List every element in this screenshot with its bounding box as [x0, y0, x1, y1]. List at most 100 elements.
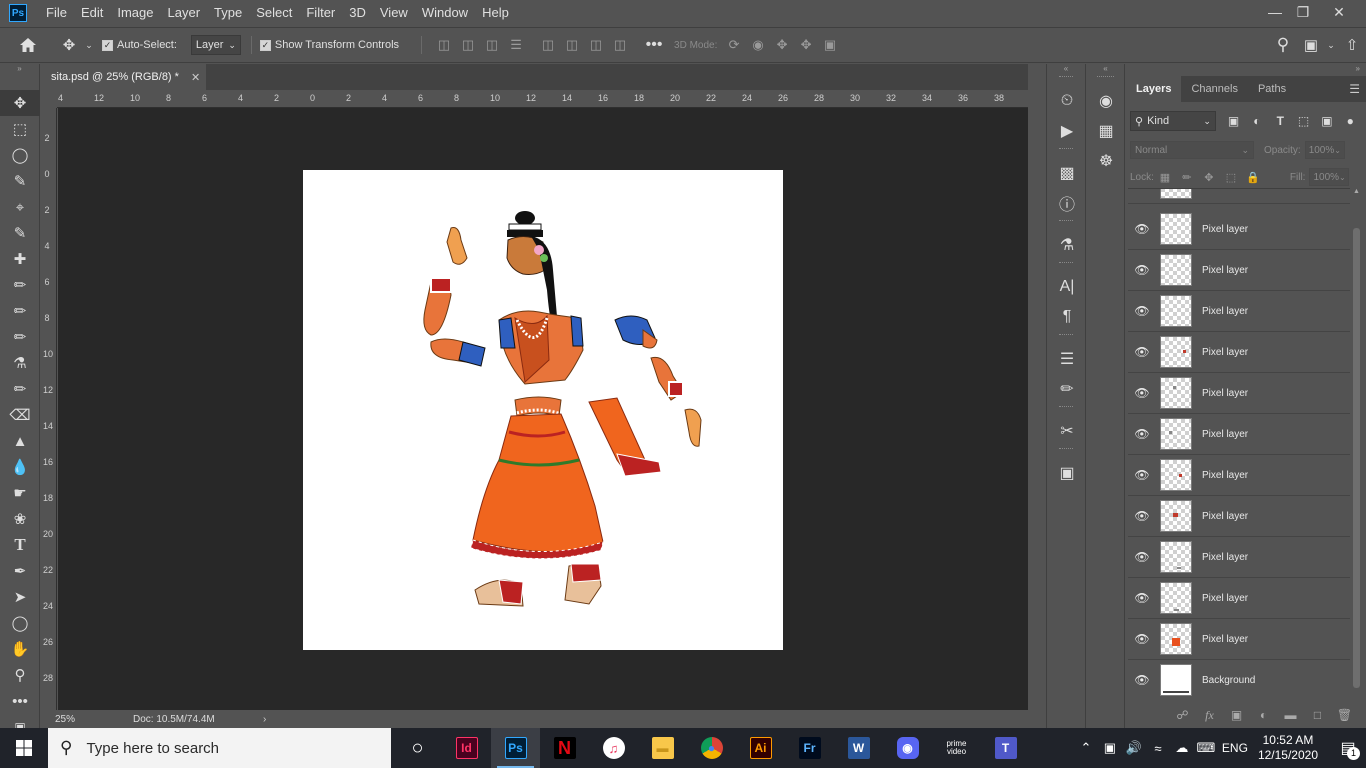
filter-adjustment-icon[interactable]: ◐ [1245, 114, 1268, 128]
3d-panel-icon[interactable]: ▩ [1047, 158, 1087, 188]
filter-toggle-icon[interactable]: ● [1339, 114, 1362, 128]
lock-artboard-icon[interactable]: ⬚ [1220, 171, 1242, 184]
menu-help[interactable]: Help [475, 0, 516, 26]
lock-image-icon[interactable]: ✏ [1176, 171, 1198, 184]
properties-icon[interactable]: ☰ [1047, 344, 1087, 374]
taskbar-fresco[interactable]: Fr [785, 728, 834, 768]
taskbar-chrome[interactable]: ● [687, 728, 736, 768]
visibility-icon[interactable]: 👁 [1128, 263, 1156, 277]
visibility-icon[interactable]: 👁 [1128, 222, 1156, 236]
chevron-right-icon[interactable]: › [263, 714, 266, 725]
menu-view[interactable]: View [373, 0, 415, 26]
zoom-tool-icon[interactable]: ⚲ [0, 662, 40, 688]
auto-select-dropdown[interactable]: Layer ⌄ [190, 35, 241, 55]
zoom-level[interactable]: 25% [41, 714, 83, 725]
layer-row[interactable]: 👁 [1128, 189, 1350, 204]
distribute-horizontal-icon[interactable]: ☰ [504, 37, 528, 53]
type-tool-icon[interactable]: T [0, 532, 40, 558]
chevron-down-icon[interactable]: ⌄ [82, 40, 96, 51]
libraries-icon[interactable]: ▣ [1047, 458, 1087, 488]
taskbar-prime-video[interactable]: prime video [932, 728, 981, 768]
layer-row[interactable]: 👁 Pixel layer [1128, 537, 1350, 578]
3d-slide-icon[interactable]: ✥ [794, 37, 818, 53]
opacity-field[interactable]: 100% ⌄ [1304, 141, 1345, 159]
align-bottom-icon[interactable]: ◫ [584, 37, 608, 53]
pencil-tool-icon[interactable]: ✏ [0, 298, 40, 324]
visibility-icon[interactable]: 👁 [1128, 386, 1156, 400]
task-view-button[interactable]: ○ [393, 728, 442, 768]
dock-grip[interactable] [1097, 76, 1114, 84]
vertical-ruler[interactable]: 2 0 2 4 6 8 10 12 14 16 18 20 22 24 26 28 [41, 108, 57, 710]
horizontal-ruler[interactable]: 4 12 10 8 6 4 2 0 2 4 6 8 10 12 14 16 18 20 22 24 26 28 30 32 34… [57, 92, 1035, 108]
keyboard-icon[interactable]: ⌨ [1194, 740, 1218, 756]
mixer-brush-icon[interactable]: ✏ [0, 324, 40, 350]
meet-now-icon[interactable]: ▣ [1098, 740, 1122, 756]
scrollbar-thumb[interactable] [1353, 228, 1360, 688]
more-tools-icon[interactable]: ••• [0, 688, 40, 714]
collapse-icon[interactable]: » [0, 64, 39, 74]
menu-filter[interactable]: Filter [299, 0, 342, 26]
pen-tool-icon[interactable]: ✒ [0, 558, 40, 584]
align-right-icon[interactable]: ◫ [480, 37, 504, 53]
fill-field[interactable]: 100% ⌄ [1309, 168, 1350, 186]
dock-grip[interactable] [1059, 148, 1073, 156]
3d-pan-icon[interactable]: ✥ [770, 37, 794, 53]
ellipse-tool-icon[interactable]: ◯ [0, 610, 40, 636]
action-center-button[interactable]: ▤ 1 [1330, 728, 1366, 768]
marquee-tool-icon[interactable]: ⬚ [0, 116, 40, 142]
visibility-icon[interactable]: 👁 [1128, 550, 1156, 564]
share-icon[interactable]: ⇧ [1338, 36, 1366, 54]
adjustment-layer-icon[interactable]: ◐ [1250, 708, 1277, 722]
close-icon[interactable]: ✕ [1322, 0, 1356, 24]
clone-source-icon[interactable]: ⚗ [1047, 230, 1087, 260]
close-tab-icon[interactable]: ✕ [191, 71, 200, 84]
more-options-icon[interactable]: ••• [640, 36, 668, 54]
history-icon[interactable]: ⏲ [1047, 86, 1087, 116]
taskbar-photoshop[interactable]: Ps [491, 728, 540, 768]
show-transform-controls-checkbox[interactable]: ✓ Show Transform Controls [259, 39, 399, 51]
dock-grip[interactable] [1059, 76, 1073, 84]
dock-grip[interactable] [1059, 448, 1073, 456]
lock-position-icon[interactable]: ✥ [1198, 171, 1220, 184]
taskbar-netflix[interactable]: N [540, 728, 589, 768]
layer-row[interactable]: 👁 Pixel layer [1128, 250, 1350, 291]
link-layers-icon[interactable]: ☍ [1169, 708, 1196, 722]
dock-grip[interactable] [1059, 262, 1073, 270]
layer-row[interactable]: 👁 Pixel layer [1128, 455, 1350, 496]
hand-tool-icon[interactable]: ✋ [0, 636, 40, 662]
onedrive-icon[interactable]: ☁ [1170, 740, 1194, 756]
search-icon[interactable]: ⚲ [1268, 35, 1298, 55]
dock-grip[interactable] [1059, 334, 1073, 342]
filter-pixel-icon[interactable]: ▣ [1222, 114, 1245, 128]
windows-start-button[interactable] [0, 728, 48, 768]
tool-presets-icon[interactable]: ✂ [1047, 416, 1087, 446]
visibility-icon[interactable]: 👁 [1128, 591, 1156, 605]
layer-row[interactable]: 👁 Pixel layer [1128, 209, 1350, 250]
chevron-down-icon[interactable]: ⌄ [1324, 40, 1338, 51]
align-top-icon[interactable]: ◫ [536, 37, 560, 53]
add-mask-icon[interactable]: ▣ [1223, 708, 1250, 722]
path-selection-icon[interactable]: ➤ [0, 584, 40, 610]
visibility-icon[interactable]: 👁 [1128, 468, 1156, 482]
taskbar-illustrator[interactable]: Ai [736, 728, 785, 768]
visibility-icon[interactable]: 👁 [1128, 304, 1156, 318]
expand-panels-icon[interactable]: « [1047, 64, 1085, 74]
visibility-icon[interactable]: 👁 [1128, 673, 1156, 687]
align-horizontal-center-icon[interactable]: ◫ [456, 37, 480, 53]
distribute-vertical-icon[interactable]: ◫ [608, 37, 632, 53]
visibility-icon[interactable]: 👁 [1128, 427, 1156, 441]
3d-scale-icon[interactable]: ▣ [818, 37, 842, 53]
actions-play-icon[interactable]: ▶ [1047, 116, 1087, 146]
taskbar-teams[interactable]: T [981, 728, 1030, 768]
menu-type[interactable]: Type [207, 0, 249, 26]
layers-scrollbar[interactable]: ▲ [1351, 188, 1362, 700]
navigator-icon[interactable]: ☸ [1087, 146, 1125, 176]
restore-icon[interactable]: ❐ [1286, 0, 1320, 24]
expand-panels-icon[interactable]: « [1087, 64, 1124, 74]
canvas-area[interactable] [58, 108, 1028, 710]
filter-kind-dropdown[interactable]: ⚲ Kind ⌄ [1130, 111, 1216, 131]
ruler-origin[interactable] [41, 92, 57, 108]
3d-orbit-icon[interactable]: ⟳ [722, 37, 746, 53]
document-tab[interactable]: sita.psd @ 25% (RGB/8) * ✕ [41, 64, 206, 90]
info-icon[interactable]: ⓘ [1047, 188, 1087, 218]
